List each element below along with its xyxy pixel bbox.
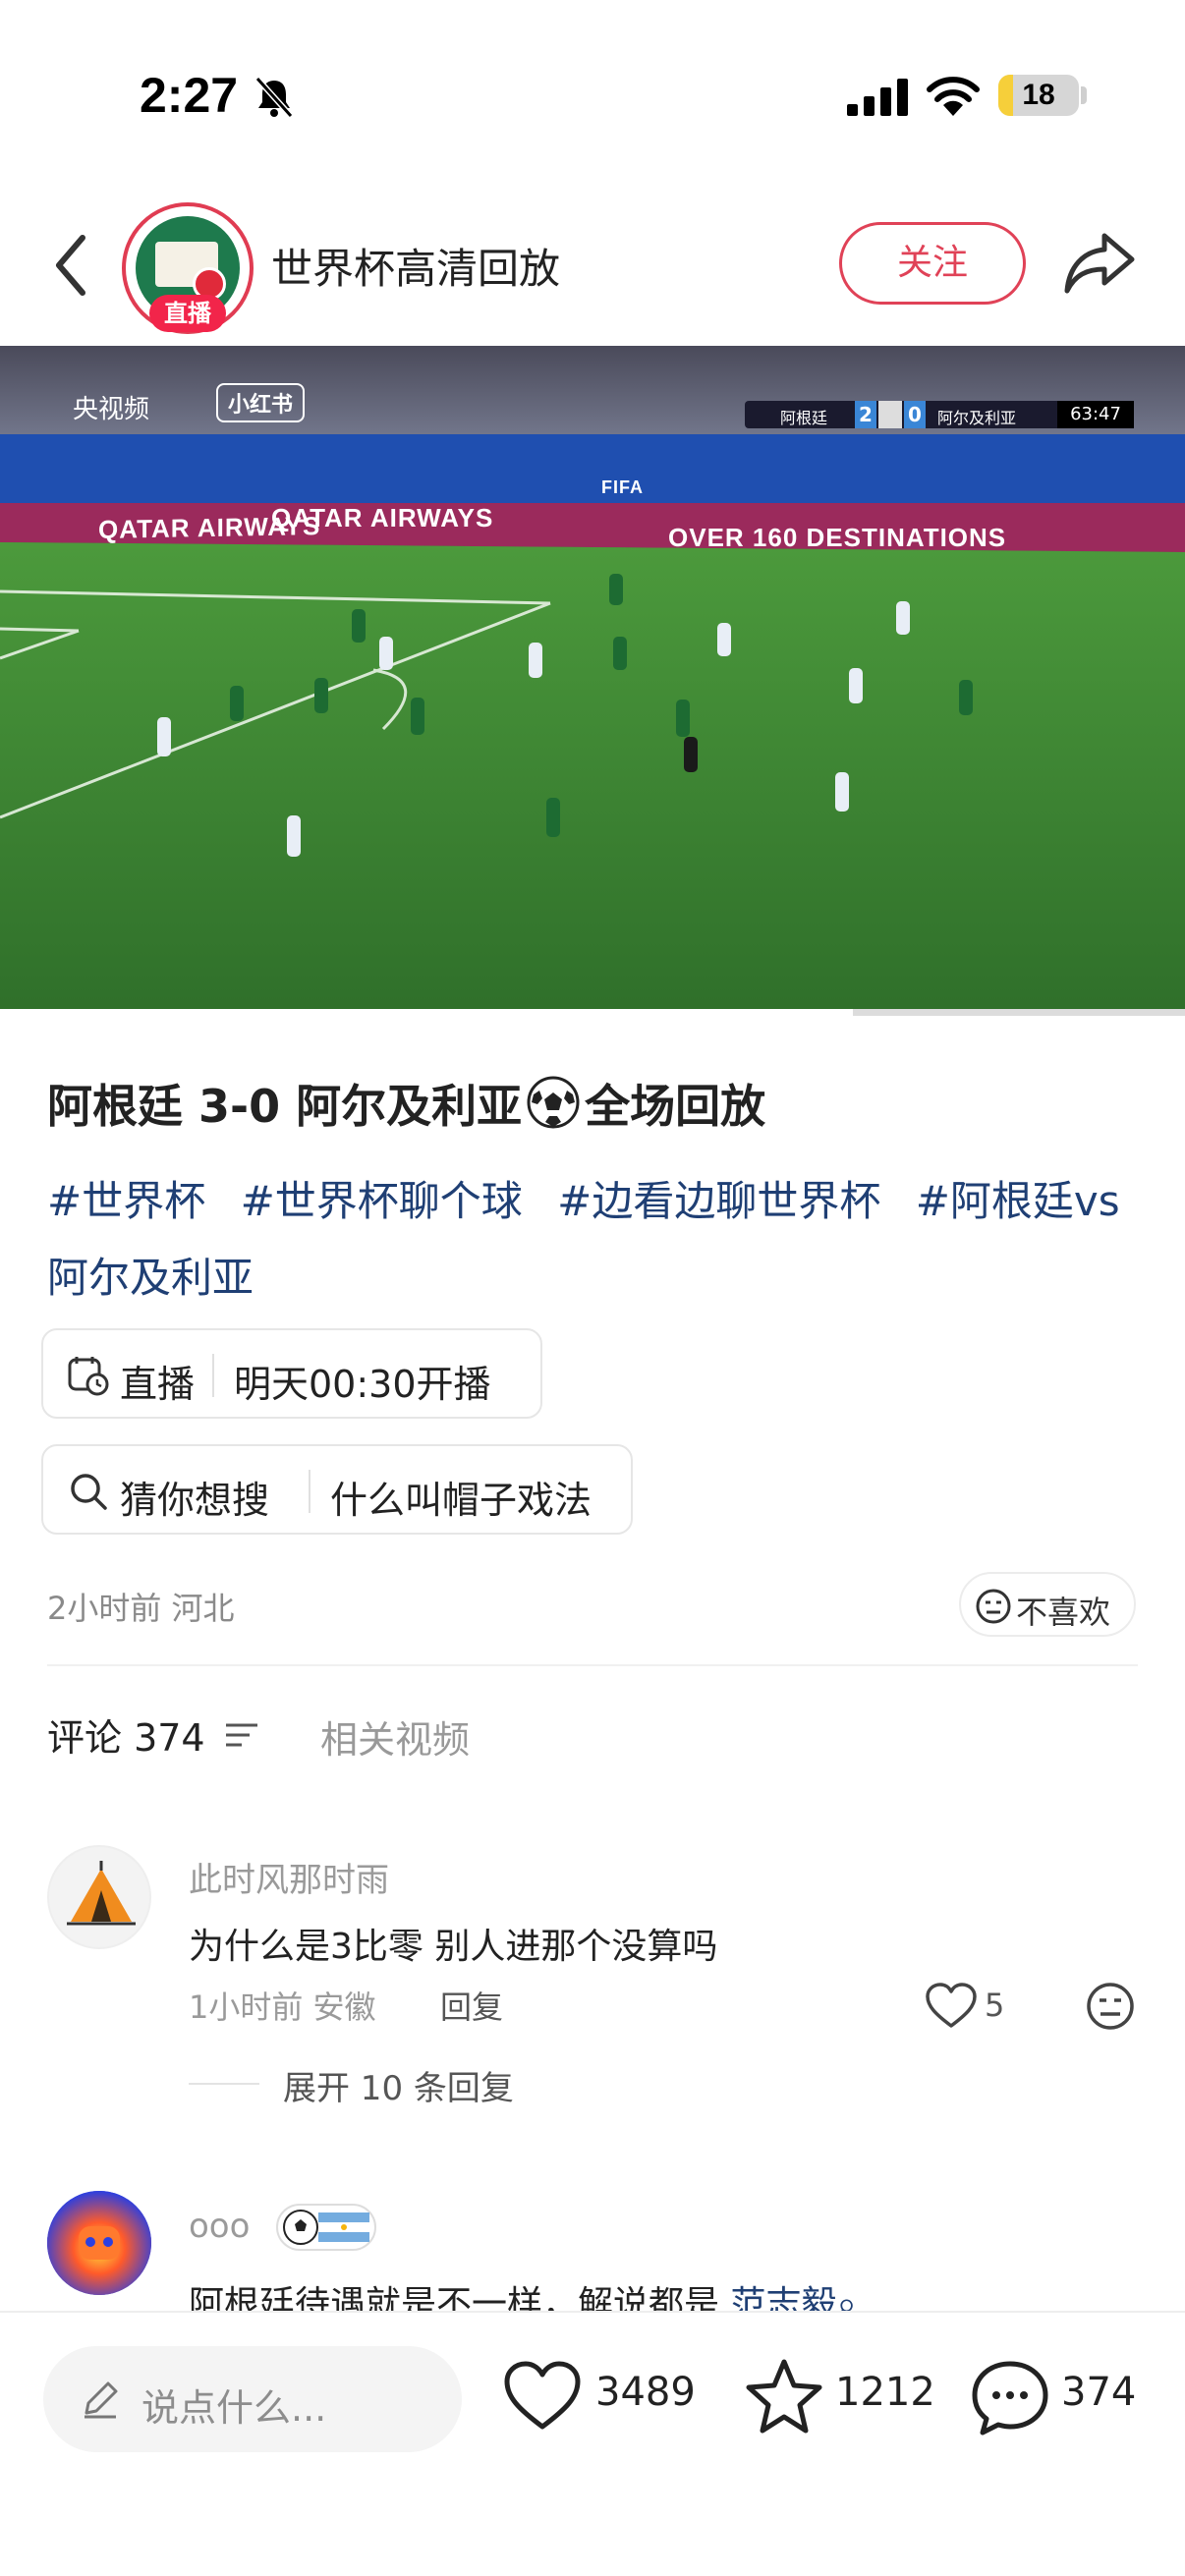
section-divider (47, 1664, 1138, 1666)
bell-muted-icon (254, 76, 294, 119)
status-bar: 2:27 18 (0, 0, 1185, 187)
hashtag-watch-and-chat[interactable]: #边看边聊世界杯 (557, 1177, 880, 1225)
follow-button[interactable]: 关注 (839, 222, 1026, 305)
bottom-action-bar: 说点什么... 3489 1212 374 (0, 2311, 1185, 2576)
live-badge[interactable]: 直播 (149, 295, 226, 332)
heart-icon[interactable] (924, 1981, 979, 2032)
scoreboard-clock: 63:47 (1057, 401, 1134, 428)
xiaohongshu-watermark: 小红书 (216, 383, 306, 422)
scoreboard-divider (878, 401, 902, 428)
battery-nub (1081, 86, 1087, 104)
battery-percentage: 18 (1022, 79, 1055, 111)
comment-input-placeholder: 说点什么... (141, 2386, 327, 2430)
search-pill-divider (309, 1470, 310, 1513)
comment-username-2[interactable]: ooo (189, 2207, 250, 2246)
live-pill-label: 直播 (120, 1363, 196, 1406)
expand-replies-button[interactable]: 展开 10 条回复 (283, 2061, 514, 2109)
sort-icon[interactable] (222, 1717, 261, 1753)
meh-face-icon (976, 1589, 1011, 1624)
ad-board-center: QATAR AIRWAYS (271, 503, 494, 532)
comment-text-2-body: 阿根廷待遇就是不一样，解说都是 (189, 2284, 731, 2311)
tab-comments[interactable]: 评论 374 (47, 1708, 205, 1762)
comment-text: 为什么是3比零 别人进那个没算吗 (189, 1927, 718, 1967)
live-pill-divider (212, 1354, 214, 1397)
tab-related-videos[interactable]: 相关视频 (320, 1709, 470, 1764)
scoreboard-team1: 阿根廷 (780, 409, 828, 427)
pencil-icon (85, 2381, 118, 2419)
post-title-suffix: 全场回放 (585, 1080, 766, 1133)
video-progress-fill (0, 1009, 854, 1016)
video-frame (0, 346, 1185, 1016)
comment-bubble-icon[interactable] (969, 2356, 1051, 2438)
post-header: 直播 世界杯高清回放 关注 (0, 187, 1185, 344)
cctv-watermark: 央视频 (73, 395, 150, 424)
post-time-location: 2小时前 河北 (47, 1590, 235, 1627)
comment-text-2: 阿根廷待遇就是不一样，解说都是 范志毅⌕ (189, 2275, 857, 2311)
comment-username[interactable]: 此时风那时雨 (189, 1853, 389, 1901)
ad-board-right: OVER 160 DESTINATIONS (668, 523, 1007, 552)
dislike-label: 不喜欢 (1016, 1594, 1111, 1631)
mention-search-icon: ⌕ (836, 2284, 857, 2311)
comment-avatar-2[interactable] (47, 2191, 151, 2295)
dislike-button[interactable]: 不喜欢 (959, 1572, 1136, 1637)
reply-button[interactable]: 回复 (440, 1983, 503, 2028)
soccer-ball-icon (527, 1076, 580, 1129)
like-heart-icon[interactable] (501, 2356, 584, 2438)
live-pill-time: 明天00:30开播 (234, 1363, 491, 1406)
live-schedule-pill[interactable]: 直播 明天00:30开播 (41, 1328, 542, 1419)
argentina-fan-badge-icon (276, 2204, 376, 2251)
comment-avatar[interactable] (47, 1845, 151, 1949)
video-player[interactable]: QATAR AIRWAYS QATAR AIRWAYS OVER 160 DES… (0, 346, 1185, 1016)
favorite-star-icon[interactable] (743, 2356, 825, 2438)
tent-avatar-image (67, 1861, 136, 1926)
calendar-clock-icon (68, 1357, 109, 1396)
scoreboard-score2: 0 (904, 401, 926, 428)
search-icon (71, 1474, 107, 1510)
comment-time-location: 1小时前 安徽 (189, 1988, 376, 2026)
search-pill-query: 什么叫帽子戏法 (330, 1479, 592, 1522)
status-time: 2:27 (140, 68, 239, 123)
share-icon[interactable] (1063, 230, 1136, 297)
comment-text-clip: 阿根廷待遇就是不一样，解说都是 范志毅⌕ (189, 2271, 1171, 2311)
battery-indicator: 18 (998, 75, 1079, 116)
comment-like-count: 5 (985, 1987, 1005, 2024)
channel-name[interactable]: 世界杯高清回放 (271, 236, 560, 296)
robot-avatar-image (47, 2191, 151, 2295)
match-scoreboard: 阿根廷 2 0 阿尔及利亚 63:47 (745, 401, 1134, 428)
favorite-count: 1212 (835, 2370, 935, 2415)
search-pill-label: 猜你想搜 (120, 1479, 270, 1522)
cellular-signal-icon (847, 79, 908, 116)
expand-replies-line (189, 2083, 259, 2085)
fifa-board: FIFA (601, 477, 644, 497)
comment-input[interactable]: 说点什么... (43, 2346, 462, 2452)
hashtag-world-cup-chat[interactable]: #世界杯聊个球 (241, 1177, 523, 1225)
scoreboard-score1: 2 (855, 401, 876, 428)
video-progress-bar[interactable] (0, 1009, 1185, 1016)
back-arrow-icon[interactable] (47, 226, 96, 305)
post-title-text: 阿根廷 3-0 阿尔及利亚 (47, 1080, 523, 1133)
scoreboard-team2: 阿尔及利亚 (937, 409, 1017, 427)
search-suggestion-pill[interactable]: 猜你想搜 什么叫帽子戏法 (41, 1444, 633, 1535)
hashtag-world-cup[interactable]: #世界杯 (47, 1177, 205, 1225)
dislike-comment-icon[interactable] (1085, 1981, 1136, 2032)
like-count: 3489 (595, 2370, 696, 2415)
comment-mention-link[interactable]: 范志毅 (730, 2284, 836, 2311)
hashtag-list: #世界杯 #世界杯聊个球 #边看边聊世界杯 #阿根廷vs阿尔及利亚 (47, 1163, 1148, 1316)
comment-count: 374 (1061, 2370, 1137, 2415)
wifi-icon (927, 77, 980, 116)
post-title: 阿根廷 3-0 阿尔及利亚 全场回放 (47, 1071, 765, 1136)
